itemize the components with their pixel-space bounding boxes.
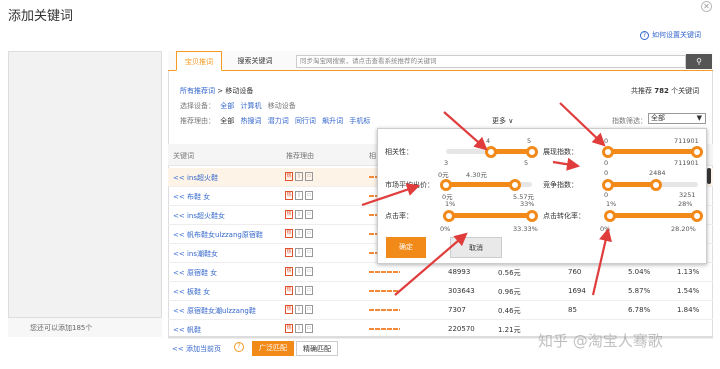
- arrow-to-impressions: [559, 102, 606, 147]
- arrow-to-relevance: [443, 111, 488, 151]
- arrow-to-ctr: [394, 232, 468, 296]
- arrow-to-cvr: [591, 227, 612, 296]
- arrow-to-competition: [552, 157, 581, 171]
- watermark-text: 知乎 @淘宝人骞歌: [538, 332, 663, 350]
- arrow-to-avg-price: [361, 183, 421, 207]
- annotation-arrows: [361, 102, 612, 296]
